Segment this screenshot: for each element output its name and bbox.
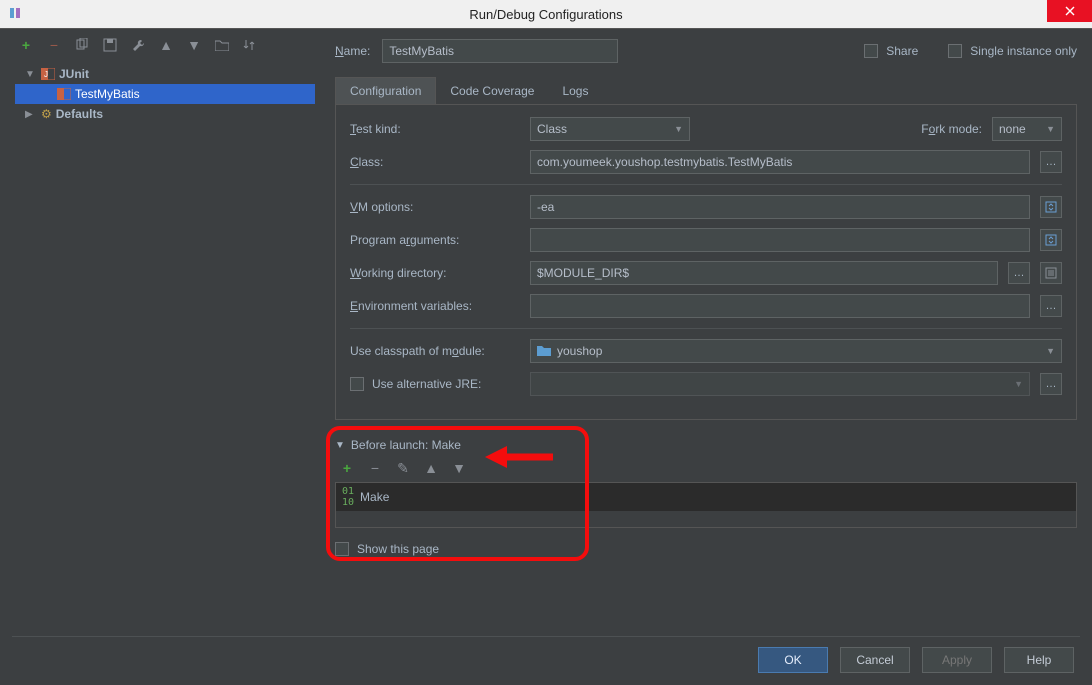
ok-button[interactable]: OK <box>758 647 828 673</box>
chevron-down-icon: ▼ <box>1046 124 1055 134</box>
before-launch-title: Before launch: Make <box>351 438 461 452</box>
env-vars-input[interactable] <box>530 294 1030 318</box>
browse-class-button[interactable]: … <box>1040 151 1062 173</box>
add-config-button[interactable]: + <box>18 37 34 53</box>
expand-vm-button[interactable] <box>1040 196 1062 218</box>
module-select[interactable]: youshop ▼ <box>530 339 1062 363</box>
vm-options-input[interactable] <box>530 195 1030 219</box>
dialog-footer: OK Cancel Apply Help <box>758 647 1074 673</box>
chevron-down-icon: ▼ <box>335 440 345 451</box>
dialog-body: + − ▲ ▼ ▼ J JUnit TestMyBatis ▶ ⚙ Defaul… <box>0 28 1092 685</box>
test-kind-label: Test kind: <box>350 122 520 136</box>
window-title: Run/Debug Configurations <box>469 7 622 22</box>
tree-node-junit[interactable]: ▼ J JUnit <box>15 64 315 84</box>
config-tree[interactable]: ▼ J JUnit TestMyBatis ▶ ⚙ Defaults <box>15 64 315 625</box>
list-item[interactable]: 0110 Make <box>336 483 1076 511</box>
junit-icon: J <box>41 68 55 80</box>
program-args-input[interactable] <box>530 228 1030 252</box>
folder-button[interactable] <box>214 37 230 53</box>
browse-jre-button[interactable]: … <box>1040 373 1062 395</box>
configuration-panel: Test kind: Class▼ Fork mode: none▼ Class… <box>335 104 1077 420</box>
name-input[interactable] <box>382 39 618 63</box>
checkbox-icon <box>350 377 364 391</box>
remove-config-button[interactable]: − <box>46 37 62 53</box>
show-page-label: Show this page <box>357 542 439 556</box>
expand-args-button[interactable] <box>1040 229 1062 251</box>
class-input[interactable] <box>530 150 1030 174</box>
before-launch-list[interactable]: 0110 Make <box>335 482 1077 528</box>
alt-jre-checkbox[interactable]: Use alternative JRE: <box>350 377 520 391</box>
before-launch-toolbar: + − ✎ ▲ ▼ <box>335 460 1077 476</box>
apply-button[interactable]: Apply <box>922 647 992 673</box>
divider <box>350 328 1062 329</box>
module-icon <box>537 344 551 359</box>
test-kind-select[interactable]: Class▼ <box>530 117 690 141</box>
titlebar: Run/Debug Configurations <box>0 0 1092 28</box>
tab-configuration[interactable]: Configuration <box>335 77 436 104</box>
browse-dir-button[interactable]: … <box>1008 262 1030 284</box>
save-config-button[interactable] <box>102 37 118 53</box>
footer-divider <box>12 636 1080 637</box>
checkbox-icon <box>864 44 878 58</box>
app-icon <box>8 6 24 22</box>
move-up-button[interactable]: ▲ <box>158 37 174 53</box>
copy-config-button[interactable] <box>74 37 90 53</box>
classpath-label: Use classpath of module: <box>350 344 520 358</box>
wrench-icon[interactable] <box>130 37 146 53</box>
add-task-button[interactable]: + <box>339 460 355 476</box>
single-instance-checkbox[interactable]: Single instance only <box>948 44 1077 58</box>
tree-node-defaults[interactable]: ▶ ⚙ Defaults <box>15 104 315 124</box>
tree-label: TestMyBatis <box>75 87 140 101</box>
svg-text:J: J <box>44 70 48 79</box>
move-task-down-button[interactable]: ▼ <box>451 460 467 476</box>
sort-button[interactable] <box>242 37 258 53</box>
alt-jre-select[interactable]: ▼ <box>530 372 1030 396</box>
chevron-right-icon: ▶ <box>25 109 37 120</box>
single-instance-label: Single instance only <box>970 44 1077 58</box>
tab-logs[interactable]: Logs <box>548 77 602 104</box>
show-this-page-checkbox[interactable]: Show this page <box>335 542 1077 556</box>
chevron-down-icon: ▼ <box>674 124 683 134</box>
edit-env-button[interactable]: … <box>1040 295 1062 317</box>
share-label: Share <box>886 44 918 58</box>
remove-task-button[interactable]: − <box>367 460 383 476</box>
checkbox-icon <box>948 44 962 58</box>
chevron-down-icon: ▼ <box>25 69 37 80</box>
config-toolbar: + − ▲ ▼ <box>18 37 258 53</box>
make-icon: 0110 <box>342 486 354 508</box>
move-task-up-button[interactable]: ▲ <box>423 460 439 476</box>
fork-mode-select[interactable]: none▼ <box>992 117 1062 141</box>
tree-label: Defaults <box>56 107 103 121</box>
make-label: Make <box>360 490 389 504</box>
class-label: Class: <box>350 155 520 169</box>
cancel-button[interactable]: Cancel <box>840 647 910 673</box>
macro-dir-button[interactable] <box>1040 262 1062 284</box>
tab-bar: Configuration Code Coverage Logs <box>335 77 1077 104</box>
junit-icon <box>57 88 71 100</box>
chevron-down-icon: ▼ <box>1046 346 1055 356</box>
edit-task-button[interactable]: ✎ <box>395 460 411 476</box>
chevron-down-icon: ▼ <box>1014 379 1023 389</box>
window-close-button[interactable] <box>1047 0 1092 22</box>
fork-mode-label: Fork mode: <box>921 122 982 136</box>
before-launch-section: ▼ Before launch: Make + − ✎ ▲ ▼ 0110 Mak… <box>335 438 1077 528</box>
move-down-button[interactable]: ▼ <box>186 37 202 53</box>
before-launch-header[interactable]: ▼ Before launch: Make <box>335 438 1077 452</box>
vm-options-label: VM options: <box>350 200 520 214</box>
share-checkbox[interactable]: Share <box>864 44 918 58</box>
right-panel: Name: Share Single instance only Configu… <box>335 37 1077 625</box>
working-dir-label: Working directory: <box>350 266 520 280</box>
env-vars-label: Environment variables: <box>350 299 520 313</box>
program-args-label: Program arguments: <box>350 233 520 247</box>
tree-node-testmybatis[interactable]: TestMyBatis <box>15 84 315 104</box>
name-label: Name: <box>335 44 370 58</box>
working-dir-input[interactable] <box>530 261 998 285</box>
gear-icon: ⚙ <box>41 107 52 121</box>
tree-label: JUnit <box>59 67 89 81</box>
tab-code-coverage[interactable]: Code Coverage <box>436 77 548 104</box>
checkbox-icon <box>335 542 349 556</box>
alt-jre-label: Use alternative JRE: <box>372 377 481 391</box>
divider <box>350 184 1062 185</box>
help-button[interactable]: Help <box>1004 647 1074 673</box>
